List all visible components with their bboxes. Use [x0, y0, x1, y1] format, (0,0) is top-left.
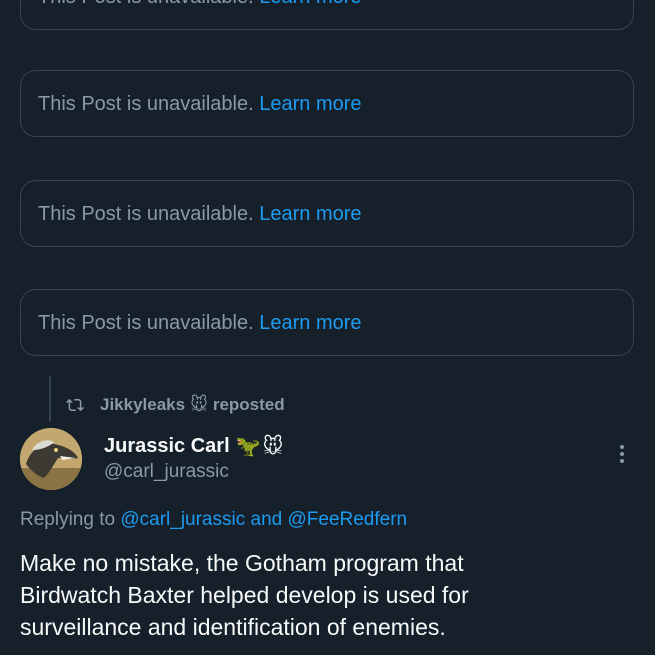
mention-link[interactable]: @carl_jurassic — [120, 509, 245, 530]
reposter-name[interactable]: Jikkyleaks — [100, 395, 185, 415]
replying-to-label: Replying to — [20, 509, 116, 530]
learn-more-link[interactable]: Learn more — [259, 312, 361, 334]
unavailable-post-card: This Post is unavailable. Learn more — [20, 180, 634, 247]
unavailable-message: This Post is unavailable. — [38, 203, 254, 225]
post-text: Make no mistake, the Gotham program that… — [20, 547, 635, 643]
unavailable-post-card: This Post is unavailable. Learn more — [20, 0, 634, 30]
t-rex-emoji: 🦖 — [235, 436, 261, 458]
author-display-name[interactable]: Jurassic Carl 🦖 🐭 — [104, 434, 283, 459]
timeline: This Post is unavailable. Learn more Thi… — [0, 0, 655, 655]
unavailable-message: This Post is unavailable. — [38, 93, 254, 115]
thread-connector-line — [49, 376, 51, 422]
author-name-text[interactable]: Jurassic Carl — [104, 435, 230, 458]
learn-more-link[interactable]: Learn more — [259, 0, 361, 8]
unavailable-post-card: This Post is unavailable. Learn more — [20, 70, 634, 137]
learn-more-link[interactable]: Learn more — [259, 93, 361, 115]
post-text-line: surveillance and identification of enemi… — [20, 614, 446, 640]
repost-attribution[interactable]: Jikkyleaks 🐭 reposted — [64, 393, 285, 417]
more-options-button[interactable] — [612, 441, 632, 467]
learn-more-link[interactable]: Learn more — [259, 203, 361, 225]
dinosaur-avatar-icon — [20, 428, 82, 490]
replying-to: Replying to @carl_jurassic and @FeeRedfe… — [20, 509, 407, 531]
mention-conjunction: and — [250, 509, 283, 530]
more-vertical-icon — [620, 445, 624, 463]
mouse-emoji: 🐭 — [262, 436, 284, 458]
mention-link[interactable]: @FeeRedfern — [287, 509, 407, 530]
unavailable-message: This Post is unavailable. — [38, 0, 254, 8]
post-text-line: Make no mistake, the Gotham program that — [20, 550, 464, 576]
unavailable-post-card: This Post is unavailable. Learn more — [20, 289, 634, 356]
avatar[interactable] — [20, 428, 82, 490]
repost-icon — [66, 398, 84, 412]
post-text-line: Birdwatch Baxter helped develop is used … — [20, 582, 469, 608]
author-handle[interactable]: @carl_jurassic — [104, 461, 229, 483]
unavailable-message: This Post is unavailable. — [38, 312, 254, 334]
repost-action: reposted — [212, 395, 285, 414]
mouse-emoji: 🐭 — [190, 395, 208, 414]
